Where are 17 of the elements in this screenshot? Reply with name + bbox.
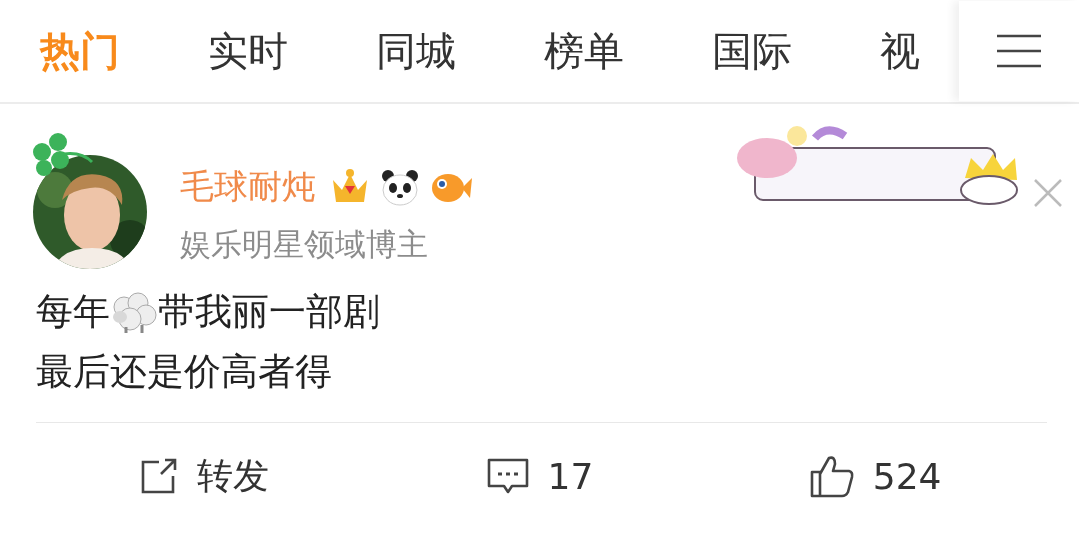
verified-title: 娱乐明星领域博主 [180,225,429,264]
thumbs-up-icon [808,454,855,498]
comment-icon [485,456,530,496]
like-button[interactable]: 524 [808,454,942,498]
channel-tab[interactable]: 榜单 [544,23,624,79]
post-text: 带我丽一部剧 [158,289,380,335]
sheep-emoji-icon [110,291,158,333]
post-text: 每年 [36,289,110,335]
channel-tab[interactable]: 实时 [208,23,288,79]
repost-button[interactable]: 转发 [138,451,269,501]
channel-tab[interactable]: 视 [880,23,920,79]
channel-tab[interactable]: 同城 [376,23,456,79]
comment-button[interactable]: 17 [485,455,594,497]
channel-tab[interactable]: 国际 [712,23,792,79]
menu-icon[interactable] [997,34,1041,68]
panda-icon [380,168,420,206]
post-text: 最后还是价高者得 [36,349,332,395]
